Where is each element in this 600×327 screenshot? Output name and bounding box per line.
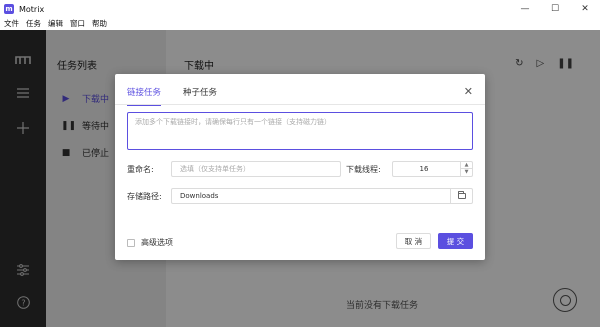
menu-window[interactable]: 窗口: [70, 18, 85, 29]
menu-edit[interactable]: 编辑: [48, 18, 63, 29]
maximize-icon: ☐: [550, 4, 560, 14]
download-path-field[interactable]: Downloads: [171, 188, 473, 204]
maximize-button[interactable]: ☐: [540, 0, 570, 18]
advanced-label: 高级选项: [141, 238, 173, 247]
stepper-buttons: ▲ ▼: [460, 162, 472, 176]
cancel-button[interactable]: 取 消: [396, 233, 431, 249]
download-path-value: Downloads: [180, 192, 219, 200]
window-controls: — ☐ ✕: [510, 0, 600, 18]
submit-button[interactable]: 提 交: [438, 233, 473, 249]
advanced-options[interactable]: 高级选项: [127, 237, 173, 248]
title-bar: m Motrix — ☐ ✕: [0, 0, 600, 18]
menu-task[interactable]: 任务: [26, 18, 41, 29]
advanced-checkbox[interactable]: [127, 238, 135, 247]
close-icon: ✕: [581, 4, 589, 14]
threads-label: 下载线程:: [346, 165, 381, 174]
close-dialog-icon[interactable]: ✕: [464, 85, 473, 98]
threads-stepper[interactable]: 16 ▲ ▼: [392, 161, 473, 177]
app-logo-icon: m: [4, 4, 14, 14]
tab-torrent-task[interactable]: 种子任务: [183, 86, 217, 106]
increment-icon[interactable]: ▲: [461, 162, 472, 169]
menu-help[interactable]: 帮助: [92, 18, 107, 29]
threads-value: 16: [419, 165, 429, 173]
browse-folder-button[interactable]: [450, 189, 472, 203]
rename-label: 重命名:: [127, 165, 154, 174]
minimize-button[interactable]: —: [510, 0, 540, 18]
rename-input[interactable]: [171, 161, 341, 177]
url-input[interactable]: [127, 112, 473, 150]
menu-bar: 文件 任务 编辑 窗口 帮助: [0, 18, 600, 29]
path-label: 存储路径:: [127, 192, 162, 201]
divider: [115, 104, 485, 105]
dialog-tabs: 链接任务 种子任务: [127, 86, 217, 106]
add-task-dialog: 链接任务 种子任务 ✕ 重命名: 下载线程: 16 ▲ ▼ 存储路径: Down…: [115, 74, 485, 260]
folder-icon: [457, 191, 466, 199]
minimize-icon: —: [520, 4, 530, 14]
tab-link-task[interactable]: 链接任务: [127, 86, 162, 106]
close-window-button[interactable]: ✕: [570, 0, 600, 18]
app-title: Motrix: [19, 4, 45, 14]
menu-file[interactable]: 文件: [4, 18, 19, 29]
decrement-icon[interactable]: ▼: [461, 169, 472, 176]
